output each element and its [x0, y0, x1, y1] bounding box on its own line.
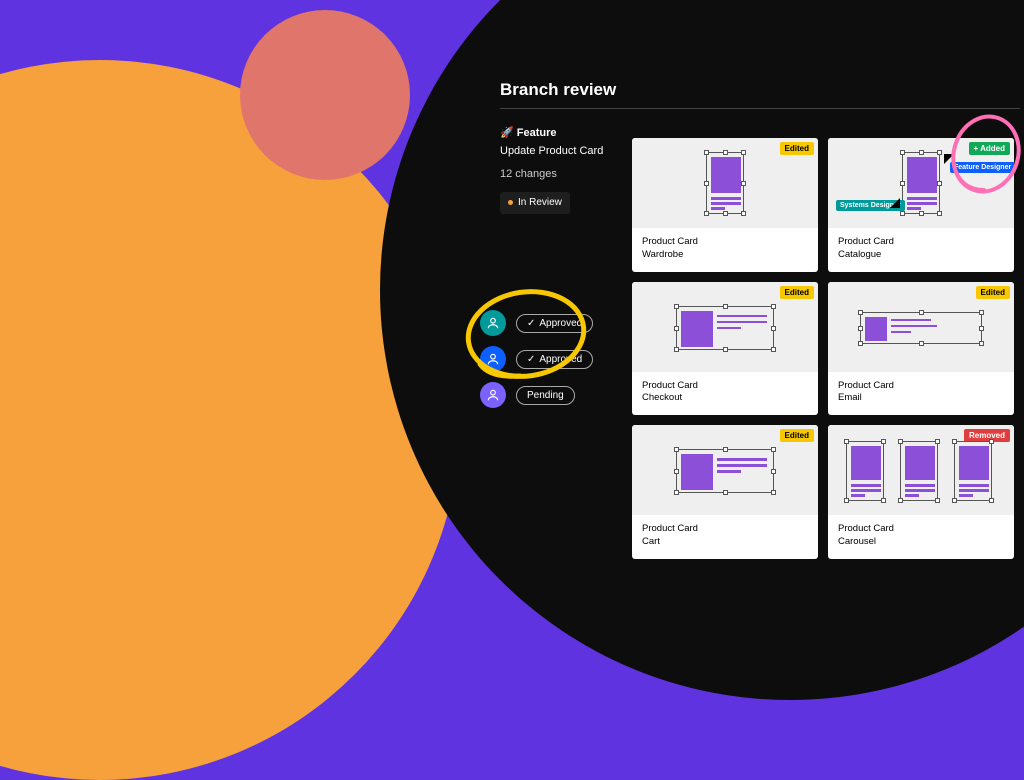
card-preview: Edited	[632, 282, 818, 372]
card-subtitle: Wardrobe	[642, 249, 808, 262]
reviewer-row: Pending	[480, 382, 593, 408]
selection-box	[902, 152, 940, 214]
card-label: Product Card Carousel	[828, 515, 1014, 559]
card-subtitle: Carousel	[838, 536, 1004, 549]
card-preview: Edited	[828, 282, 1014, 372]
status-badge: Edited	[976, 286, 1010, 299]
avatar[interactable]	[480, 310, 506, 336]
card-label: Product Card Wardrobe	[632, 228, 818, 272]
check-icon: ✓	[527, 318, 535, 329]
status-text: Approved	[539, 354, 582, 365]
card-catalogue[interactable]: + Added Systems Designer Feature Designe…	[828, 138, 1014, 272]
decoration-pink-circle	[240, 10, 410, 180]
selection-box	[676, 449, 774, 493]
page-title: Branch review	[500, 80, 1020, 109]
status-text: Pending	[527, 390, 564, 401]
status-badge: Edited	[780, 142, 814, 155]
card-subtitle: Catalogue	[838, 249, 1004, 262]
cards-grid: Edited Product Card Wardrobe + Added	[632, 138, 1014, 559]
card-title: Product Card	[838, 523, 1004, 536]
selection-box	[706, 152, 744, 214]
card-title: Product Card	[838, 236, 1004, 249]
card-label: Product Card Email	[828, 372, 1014, 416]
cursor-label-feature: Feature Designer	[950, 162, 1014, 173]
cursor-arrow-icon	[944, 154, 954, 164]
card-subtitle: Cart	[642, 536, 808, 549]
rocket-icon: 🚀	[500, 127, 514, 139]
status-badge: Edited	[780, 429, 814, 442]
avatar[interactable]	[480, 382, 506, 408]
card-checkout[interactable]: Edited Product Card Checkout	[632, 282, 818, 416]
card-label: Product Card Cart	[632, 515, 818, 559]
pending-button[interactable]: Pending	[516, 386, 575, 405]
card-preview: Removed	[828, 425, 1014, 515]
card-email[interactable]: Edited Product Card Email	[828, 282, 1014, 416]
selection-box	[900, 441, 938, 501]
card-subtitle: Checkout	[642, 392, 808, 405]
status-dot-icon	[508, 200, 513, 205]
selection-box	[676, 306, 774, 350]
approved-button[interactable]: ✓ Approved	[516, 314, 593, 333]
card-preview: Edited	[632, 138, 818, 228]
card-preview: + Added Systems Designer Feature Designe…	[828, 138, 1014, 228]
status-text: Approved	[539, 318, 582, 329]
card-carousel[interactable]: Removed	[828, 425, 1014, 559]
card-preview: Edited	[632, 425, 818, 515]
reviewer-row: ✓ Approved	[480, 346, 593, 372]
avatar[interactable]	[480, 346, 506, 372]
person-icon	[486, 352, 500, 366]
review-status-text: In Review	[518, 195, 562, 211]
check-icon: ✓	[527, 354, 535, 365]
card-title: Product Card	[838, 380, 1004, 393]
selection-box	[860, 312, 982, 344]
selection-box	[846, 441, 884, 501]
status-badge: Edited	[780, 286, 814, 299]
decoration-orange-circle	[0, 60, 460, 780]
card-label: Product Card Checkout	[632, 372, 818, 416]
card-cart[interactable]: Edited Product Card Cart	[632, 425, 818, 559]
card-title: Product Card	[642, 380, 808, 393]
card-title: Product Card	[642, 236, 808, 249]
reviewers-list: ✓ Approved ✓ Approved Pending	[480, 310, 593, 408]
reviewer-row: ✓ Approved	[480, 310, 593, 336]
cursor-arrow-icon	[890, 198, 900, 208]
approved-button[interactable]: ✓ Approved	[516, 350, 593, 369]
person-icon	[486, 316, 500, 330]
status-badge: + Added	[969, 142, 1010, 155]
feature-label: Feature	[517, 127, 557, 139]
card-title: Product Card	[642, 523, 808, 536]
card-wardrobe[interactable]: Edited Product Card Wardrobe	[632, 138, 818, 272]
person-icon	[486, 388, 500, 402]
selection-box	[954, 441, 992, 501]
review-status-badge[interactable]: In Review	[500, 192, 570, 214]
card-subtitle: Email	[838, 392, 1004, 405]
card-label: Product Card Catalogue	[828, 228, 1014, 272]
